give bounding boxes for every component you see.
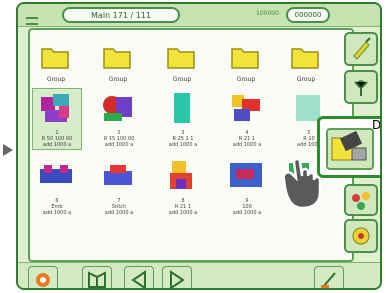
folder-item[interactable]	[230, 44, 260, 74]
file-edit-icon	[331, 130, 367, 161]
folder-label: Group	[172, 76, 192, 83]
status-label: 100000	[256, 10, 279, 17]
page-title: Main 171 / 111	[62, 7, 180, 23]
embroidery-screen: Main 171 / 111 100000 000000 Group Group…	[16, 2, 382, 290]
folder-icon	[291, 48, 319, 69]
embroidery-design-icon	[170, 161, 192, 189]
palette-icon	[352, 192, 370, 210]
folder-label: Group	[236, 76, 256, 83]
folder-icon	[41, 48, 69, 69]
hand-pointer-icon	[282, 157, 322, 210]
hand-pointer	[272, 152, 334, 216]
folder-item[interactable]	[166, 44, 196, 74]
embroidery-design-icon	[103, 96, 132, 121]
status-chip: 000000	[286, 7, 330, 23]
folder-up-button[interactable]	[82, 266, 112, 288]
embroidery-design-icon	[41, 94, 69, 122]
tree-icon	[354, 80, 368, 96]
folder-item[interactable]	[40, 44, 70, 74]
arrow-indicator	[3, 141, 13, 160]
next-page-button[interactable]	[162, 266, 192, 288]
embroidery-design-icon	[104, 165, 132, 185]
embroidery-design-icon	[230, 163, 262, 187]
edit-button[interactable]	[344, 32, 378, 66]
thumbnail-label: 2R 15 100 00 add 1000 a	[103, 130, 135, 148]
prev-page-icon	[131, 270, 146, 288]
prev-page-button[interactable]	[124, 266, 154, 288]
folder-label: Group	[46, 76, 66, 83]
needle-icon	[321, 272, 336, 288]
folder-icon	[231, 48, 259, 69]
folder-icon	[103, 48, 131, 69]
thumbnail-label: 7 Stitch add 1000 a	[104, 198, 134, 216]
folder-item[interactable]	[102, 44, 132, 74]
thumbnail-label: 4R 21 1 add 1000 a	[232, 130, 262, 148]
embroidery-design-icon	[174, 93, 190, 123]
folder-icon	[167, 48, 195, 69]
tree-button[interactable]	[344, 70, 378, 104]
spool-icon	[352, 227, 370, 245]
embroidery-design-icon	[232, 95, 260, 121]
stitch-button[interactable]	[314, 266, 344, 288]
next-page-icon	[170, 270, 185, 288]
folder-item[interactable]	[290, 44, 320, 74]
pen-icon	[353, 37, 371, 60]
home-icon	[36, 273, 50, 287]
thumbnail-label: 9 100 add 1000 a	[232, 198, 262, 216]
folder-label: Group	[108, 76, 128, 83]
folder-label: Group	[296, 76, 316, 83]
thumbnail-label: 6 Emb add 1000 a	[42, 198, 72, 216]
folder-icon	[88, 271, 106, 288]
thread-button[interactable]	[344, 219, 378, 253]
thumbnail-label: 1R 50 100 00 add 1000 a	[41, 130, 73, 148]
thumbnail-label: 8R 21 1 add 1000 a	[168, 198, 198, 216]
menu-icon[interactable]	[26, 10, 38, 25]
embroidery-design-icon	[40, 165, 72, 183]
color-button[interactable]	[344, 184, 378, 216]
thumbnail-label: 3R 25 1 1 add 1000 a	[168, 130, 198, 148]
home-button[interactable]	[28, 266, 58, 288]
